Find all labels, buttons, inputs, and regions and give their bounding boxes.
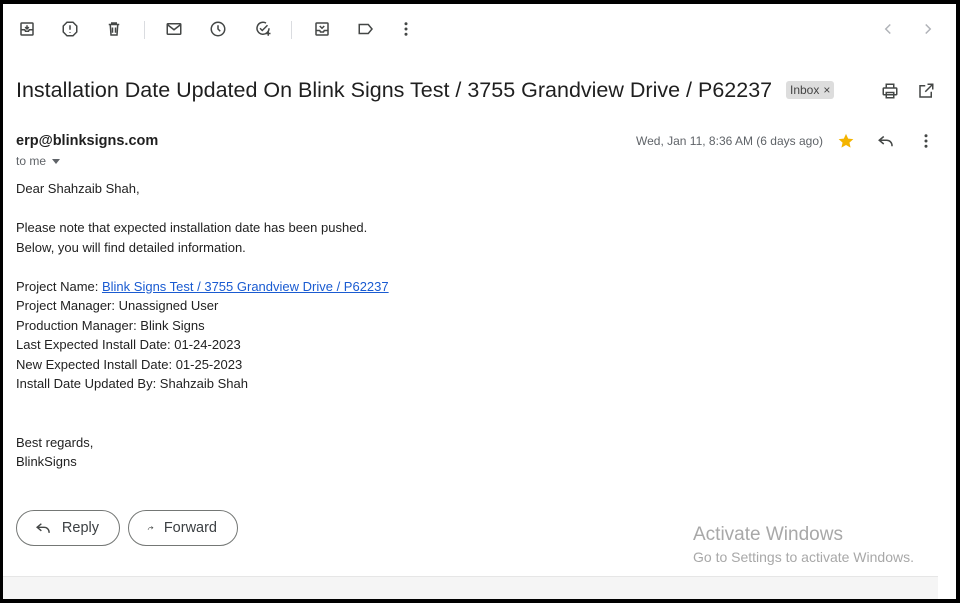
more-options-icon[interactable] [917, 132, 939, 154]
updated-by: Install Date Updated By: Shahzaib Shah [16, 376, 248, 391]
move-to-icon[interactable] [311, 18, 333, 40]
label-icon[interactable] [355, 18, 377, 40]
chevron-left-icon[interactable] [877, 18, 899, 40]
production-manager: Production Manager: Blink Signs [16, 317, 205, 333]
open-new-window-icon[interactable] [917, 82, 939, 104]
body-line: Below, you will find detailed informatio… [16, 239, 246, 255]
greeting: Dear Shahzaib Shah, [16, 181, 140, 196]
reply-actions: Reply Forward [16, 510, 238, 546]
inbox-label-text: Inbox [790, 83, 820, 97]
reply-button-label: Reply [61, 520, 99, 536]
delete-icon[interactable] [103, 18, 125, 40]
recipient-label: to me [16, 154, 47, 168]
reply-icon[interactable] [877, 132, 899, 154]
email-date: Wed, Jan 11, 8:36 AM (6 days ago) [636, 134, 823, 148]
forward-arrow-icon [147, 526, 154, 530]
project-manager: Project Manager: Unassigned User [16, 298, 219, 313]
body-line: Please note that expected installation d… [16, 220, 368, 235]
recipient-details[interactable]: to me [16, 154, 61, 168]
project-name-label: Project Name: [16, 278, 102, 294]
forward-button-label: Forward [163, 520, 217, 536]
subject-row: Installation Date Updated On Blink Signs… [16, 76, 946, 106]
project-name-row: Project Name: Blink Signs Test / 3755 Gr… [16, 277, 389, 297]
reply-button[interactable]: Reply [16, 510, 120, 546]
bottom-strip [3, 576, 938, 599]
email-body: Dear Shahzaib Shah, Please note that exp… [16, 179, 389, 472]
star-icon[interactable] [837, 132, 859, 154]
mark-unread-icon[interactable] [163, 18, 185, 40]
toolbar-divider [144, 21, 145, 39]
new-expected-date: New Expected Install Date: 01-25-2023 [16, 356, 243, 372]
activate-windows-watermark: Activate Windows Go to Settings to activ… [693, 523, 914, 567]
last-expected-date: Last Expected Install Date: 01-24-2023 [16, 337, 241, 352]
report-spam-icon[interactable] [59, 18, 81, 40]
email-subject: Installation Date Updated On Blink Signs… [16, 78, 773, 102]
watermark-title: Activate Windows [693, 524, 843, 545]
add-to-tasks-icon[interactable] [252, 18, 274, 40]
inbox-label[interactable]: Inbox × [786, 81, 835, 99]
reply-arrow-icon [36, 523, 50, 533]
toolbar-divider [291, 21, 292, 39]
closing: Best regards, [16, 434, 94, 450]
print-icon[interactable] [881, 82, 903, 104]
chevron-right-icon[interactable] [917, 18, 939, 40]
more-vert-icon[interactable] [395, 18, 417, 40]
forward-button[interactable]: Forward [128, 510, 238, 546]
toolbar [3, 4, 956, 59]
watermark-subtitle: Go to Settings to activate Windows. [693, 549, 914, 565]
project-link[interactable]: Blink Signs Test / 3755 Grandview Drive … [102, 279, 389, 294]
snooze-icon[interactable] [207, 18, 229, 40]
caret-down-icon [52, 158, 61, 164]
remove-label-icon[interactable]: × [823, 81, 830, 99]
archive-icon[interactable] [16, 18, 38, 40]
email-view: Installation Date Updated On Blink Signs… [3, 4, 956, 599]
sender-email[interactable]: erp@blinksigns.com [16, 133, 158, 149]
signature: BlinkSigns [16, 454, 77, 469]
